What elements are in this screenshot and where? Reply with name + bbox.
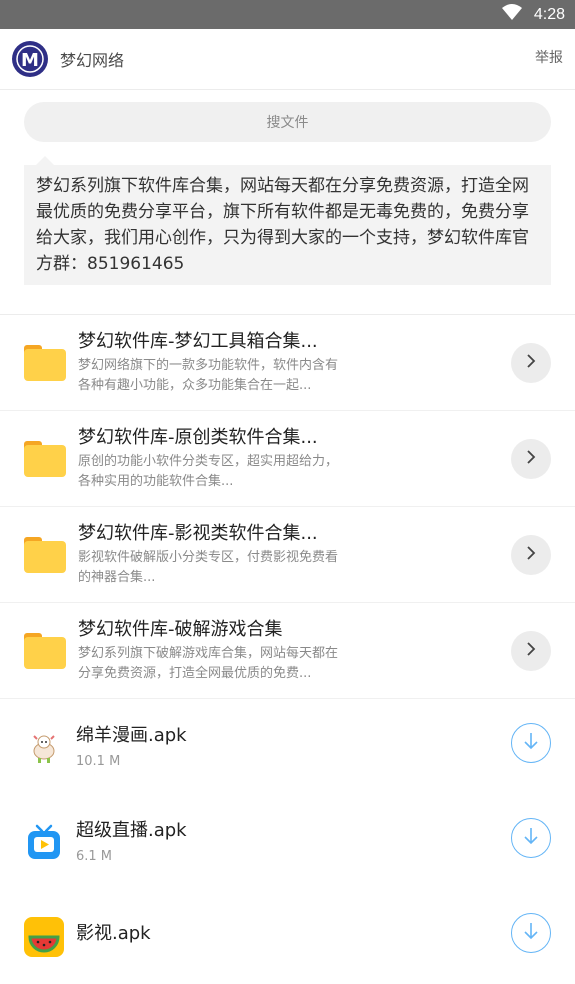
download-button[interactable] bbox=[511, 818, 551, 858]
report-link[interactable]: 举报 bbox=[535, 47, 563, 67]
file-list: 梦幻软件库-梦幻工具箱合集... 梦幻网络旗下的一款多功能软件，软件内含有 各种… bbox=[0, 315, 575, 984]
app-header: M 梦幻网络 举报 bbox=[0, 29, 575, 90]
search-input[interactable]: 搜文件 bbox=[24, 102, 551, 142]
folder-desc-line: 各种实用的功能软件合集... bbox=[78, 473, 234, 489]
folder-icon bbox=[24, 632, 66, 669]
folder-desc-line: 的神器合集... bbox=[78, 569, 156, 585]
open-folder-button[interactable] bbox=[511, 343, 551, 383]
chevron-right-icon bbox=[524, 449, 538, 469]
wifi-icon bbox=[501, 4, 522, 25]
search-label: 搜文件 bbox=[266, 115, 309, 131]
file-name: 影视.apk bbox=[76, 922, 151, 944]
m-logo-icon: M bbox=[12, 41, 48, 77]
description-text: 梦幻系列旗下软件库合集，网站每天都在分享免费资源，打造全网最优质的免费分享平台，… bbox=[24, 165, 551, 285]
file-size: 10.1 M bbox=[76, 754, 121, 769]
folder-desc: 影视软件破解版小分类专区，付费影视免费看 的神器合集... bbox=[78, 548, 378, 588]
folder-title: 梦幻软件库-破解游戏合集 bbox=[78, 618, 283, 640]
folder-desc-line: 各种有趣小功能，众多功能集合在一起... bbox=[78, 377, 312, 393]
file-name: 超级直播.apk bbox=[76, 820, 187, 841]
folder-desc-line: 分享免费资源，打造全网最优质的免费... bbox=[78, 665, 312, 681]
watermelon-icon bbox=[24, 916, 64, 957]
status-bar: 4:28 bbox=[0, 0, 575, 29]
open-folder-button[interactable] bbox=[511, 631, 551, 671]
folder-desc-line: 影视软件破解版小分类专区，付费影视免费看 bbox=[78, 549, 339, 565]
download-arrow-icon bbox=[522, 921, 540, 945]
folder-desc-line: 梦幻网络旗下的一款多功能软件，软件内含有 bbox=[78, 357, 339, 373]
file-row[interactable]: 绵羊漫画.apk 10.1 M bbox=[0, 699, 575, 794]
status-right: 4:28 bbox=[501, 0, 565, 29]
folder-desc-line: 梦幻系列旗下破解游戏库合集，网站每天都在 bbox=[78, 645, 339, 661]
folder-icon bbox=[24, 440, 66, 477]
folder-icon bbox=[24, 536, 66, 573]
folder-row[interactable]: 梦幻软件库-梦幻工具箱合集... 梦幻网络旗下的一款多功能软件，软件内含有 各种… bbox=[0, 315, 575, 411]
open-folder-button[interactable] bbox=[511, 535, 551, 575]
download-arrow-icon bbox=[522, 731, 540, 755]
site-title: 梦幻网络 bbox=[60, 51, 125, 70]
chevron-right-icon bbox=[524, 353, 538, 373]
status-time: 4:28 bbox=[533, 5, 565, 23]
file-row[interactable]: 影视.apk bbox=[0, 889, 575, 984]
description-bubble: 梦幻系列旗下软件库合集，网站每天都在分享免费资源，打造全网最优质的免费分享平台，… bbox=[24, 156, 551, 285]
folder-icon bbox=[24, 344, 66, 381]
folder-row[interactable]: 梦幻软件库-破解游戏合集 梦幻系列旗下破解游戏库合集，网站每天都在 分享免费资源… bbox=[0, 603, 575, 699]
folder-row[interactable]: 梦幻软件库-原创类软件合集... 原创的功能小软件分类专区，超实用超给力， 各种… bbox=[0, 411, 575, 507]
logo-letter: M bbox=[21, 50, 39, 71]
sheep-icon bbox=[24, 727, 64, 767]
folder-desc: 梦幻系列旗下破解游戏库合集，网站每天都在 分享免费资源，打造全网最优质的免费..… bbox=[78, 644, 378, 684]
download-arrow-icon bbox=[522, 826, 540, 850]
chevron-right-icon bbox=[524, 545, 538, 565]
folder-desc: 梦幻网络旗下的一款多功能软件，软件内含有 各种有趣小功能，众多功能集合在一起..… bbox=[78, 356, 378, 396]
download-button[interactable] bbox=[511, 913, 551, 953]
download-button[interactable] bbox=[511, 723, 551, 763]
file-size: 6.1 M bbox=[76, 849, 113, 864]
folder-desc: 原创的功能小软件分类专区，超实用超给力， 各种实用的功能软件合集... bbox=[78, 452, 378, 492]
open-folder-button[interactable] bbox=[511, 439, 551, 479]
folder-title: 梦幻软件库-梦幻工具箱合集... bbox=[78, 330, 318, 352]
folder-desc-line: 原创的功能小软件分类专区，超实用超给力， bbox=[78, 453, 339, 469]
file-row[interactable]: 超级直播.apk 6.1 M bbox=[0, 794, 575, 889]
bubble-tail bbox=[36, 156, 54, 165]
chevron-right-icon bbox=[524, 641, 538, 661]
tv-icon bbox=[24, 822, 64, 862]
file-name: 绵羊漫画.apk bbox=[76, 725, 187, 746]
folder-title: 梦幻软件库-原创类软件合集... bbox=[78, 426, 318, 448]
folder-title: 梦幻软件库-影视类软件合集... bbox=[78, 522, 318, 544]
folder-row[interactable]: 梦幻软件库-影视类软件合集... 影视软件破解版小分类专区，付费影视免费看 的神… bbox=[0, 507, 575, 603]
